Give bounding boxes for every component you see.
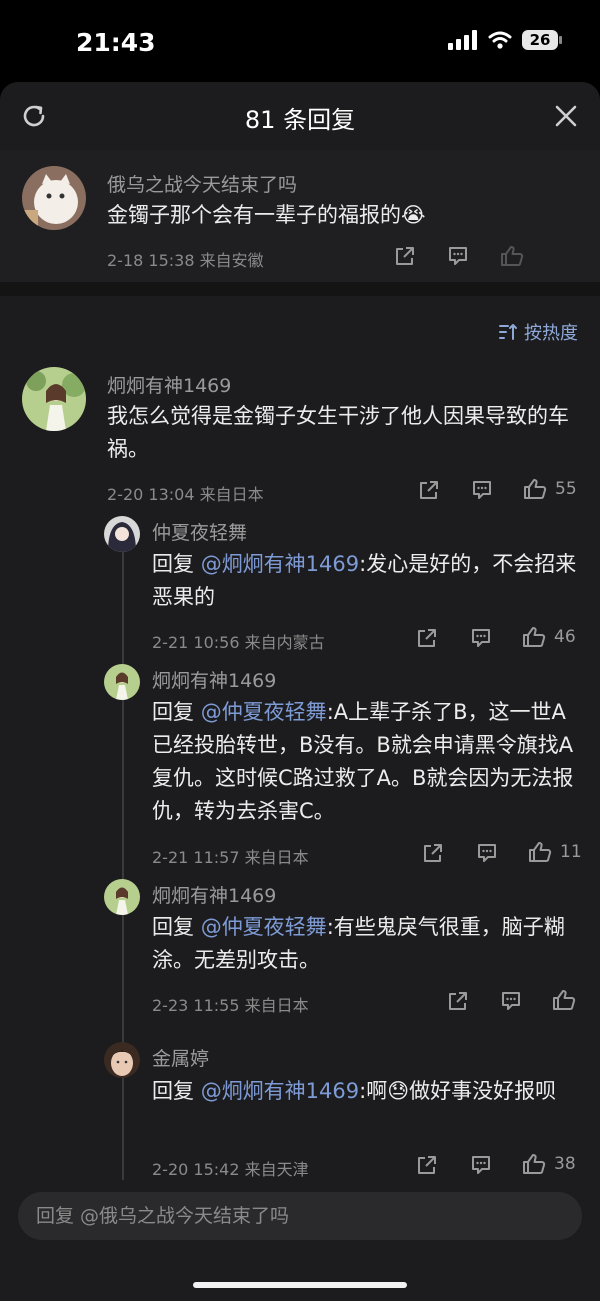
like-icon	[553, 990, 576, 1010]
sort-label: 按热度	[524, 323, 578, 344]
status-time: 21:43	[76, 28, 156, 57]
reply-prefix: 回复	[152, 552, 201, 576]
reply-username[interactable]: 炯炯有神1469	[152, 666, 276, 693]
sort-icon	[499, 324, 517, 340]
like-icon	[523, 627, 546, 647]
share-icon	[420, 481, 438, 499]
reply-comment-button[interactable]	[470, 1154, 492, 1180]
signal-icon	[448, 30, 477, 50]
reply-meta: 2-20 15:42 来自天津	[152, 1160, 309, 1179]
reply-like-button[interactable]: 11	[528, 841, 582, 863]
reply-username[interactable]: 仲夏夜轻舞	[152, 518, 247, 545]
root-username[interactable]: 俄乌之战今天结束了吗	[107, 170, 297, 197]
girl-garden-avatar-image	[104, 664, 140, 700]
avatar[interactable]	[104, 664, 140, 700]
comment-username[interactable]: 炯炯有神1469	[107, 371, 231, 398]
root-share-button[interactable]	[394, 245, 416, 271]
like-icon	[501, 246, 524, 266]
girl-garden-avatar-image	[104, 879, 140, 915]
comment-meta: 2-20 13:04 来自日本	[107, 485, 264, 504]
comment-icon	[472, 629, 490, 647]
like-icon	[524, 479, 547, 499]
like-count: 55	[555, 479, 577, 499]
reply-share-button[interactable]	[447, 990, 469, 1016]
avatar[interactable]	[22, 367, 86, 431]
reply-like-button[interactable]	[552, 989, 576, 1011]
comment-icon	[473, 481, 491, 499]
reply-share-button[interactable]	[422, 842, 444, 868]
reply-meta: 2-23 11:55 来自日本	[152, 996, 309, 1015]
battery-indicator: 26	[522, 30, 562, 50]
share-icon	[449, 992, 467, 1010]
reply-text: 回复 @炯炯有神1469:啊😓做好事没好报呗	[152, 1075, 584, 1108]
home-indicator	[193, 1282, 407, 1288]
reply-username[interactable]: 金属婷	[152, 1044, 209, 1071]
mention-link[interactable]: @仲夏夜轻舞	[201, 915, 327, 939]
girl-garden-avatar-image	[22, 367, 86, 431]
share-icon	[418, 629, 436, 647]
thread-line	[122, 548, 124, 1180]
reply-meta: 2-21 11:57 来自日本	[152, 848, 309, 867]
crying-emoji: 😭	[401, 203, 426, 227]
share-icon	[396, 247, 414, 265]
root-comment-text: 金镯子那个会有一辈子的福报的😭	[107, 199, 426, 232]
comment-text: 我怎么觉得是金镯子女生干涉了他人因果导致的车祸。	[107, 404, 569, 461]
comment-icon	[502, 992, 520, 1010]
cat-avatar-image	[22, 166, 86, 230]
sweat-emoji: 😓	[387, 1079, 410, 1103]
panel-title: 81 条回复	[244, 106, 356, 134]
comment-share-button[interactable]	[418, 479, 440, 505]
like-icon	[529, 842, 552, 862]
reply-body-continued: 做好事没好报呗	[409, 1079, 557, 1103]
reply-like-button[interactable]: 38	[522, 1153, 576, 1175]
sort-button[interactable]: 按热度	[498, 319, 578, 345]
avatar[interactable]	[22, 166, 86, 230]
reply-comment-button[interactable]	[500, 990, 522, 1016]
root-meta: 2-18 15:38 来自安徽	[107, 251, 264, 270]
reply-share-button[interactable]	[416, 627, 438, 653]
root-like-button[interactable]	[500, 245, 524, 271]
reply-comment-button[interactable]	[476, 842, 498, 868]
reply-body: :啊	[359, 1079, 388, 1103]
reply-text: 回复 @仲夏夜轻舞:A上辈子杀了B，这一世A已经投胎转世，B没有。B就会申请黑令…	[152, 696, 584, 828]
reply-share-button[interactable]	[416, 1154, 438, 1180]
root-comment-button[interactable]	[447, 245, 469, 271]
reply-text: 回复 @仲夏夜轻舞:有些鬼戾气很重，脑子糊涂。无差别攻击。	[152, 911, 584, 977]
close-button[interactable]	[549, 99, 583, 133]
comment-like-button[interactable]: 55	[523, 478, 577, 500]
comment-icon	[478, 844, 496, 862]
reply-prefix: 回复	[152, 1079, 201, 1103]
section-divider	[0, 282, 600, 296]
reply-prefix: 回复	[152, 700, 201, 724]
comment-reply-button[interactable]	[471, 479, 493, 505]
close-icon	[555, 105, 577, 127]
share-icon	[418, 1156, 436, 1174]
face-avatar-image	[104, 1042, 140, 1078]
avatar[interactable]	[104, 1042, 140, 1078]
reply-comment-button[interactable]	[470, 627, 492, 653]
reply-input[interactable]: 回复 @俄乌之战今天结束了吗	[18, 1192, 582, 1240]
root-text: 金镯子那个会有一辈子的福报的	[107, 203, 401, 227]
mention-link[interactable]: @仲夏夜轻舞	[201, 700, 327, 724]
like-count: 46	[554, 627, 576, 647]
avatar[interactable]	[104, 516, 140, 552]
mention-link[interactable]: @炯炯有神1469	[201, 552, 359, 576]
status-icons: 26	[448, 30, 562, 50]
reply-prefix: 回复	[152, 915, 201, 939]
reply-meta: 2-21 10:56 来自内蒙古	[152, 633, 325, 652]
dark-hair-avatar-image	[104, 516, 140, 552]
avatar[interactable]	[104, 879, 140, 915]
like-count: 11	[560, 842, 582, 862]
like-icon	[523, 1154, 546, 1174]
reply-username[interactable]: 炯炯有神1469	[152, 881, 276, 908]
comment-icon	[472, 1156, 490, 1174]
reply-like-button[interactable]: 46	[522, 626, 576, 648]
wifi-icon	[488, 31, 512, 49]
mention-link[interactable]: @炯炯有神1469	[201, 1079, 359, 1103]
like-count: 38	[554, 1154, 576, 1174]
comment-icon	[449, 247, 467, 265]
share-icon	[424, 844, 442, 862]
reply-text: 回复 @炯炯有神1469:发心是好的，不会招来恶果的	[152, 548, 582, 614]
